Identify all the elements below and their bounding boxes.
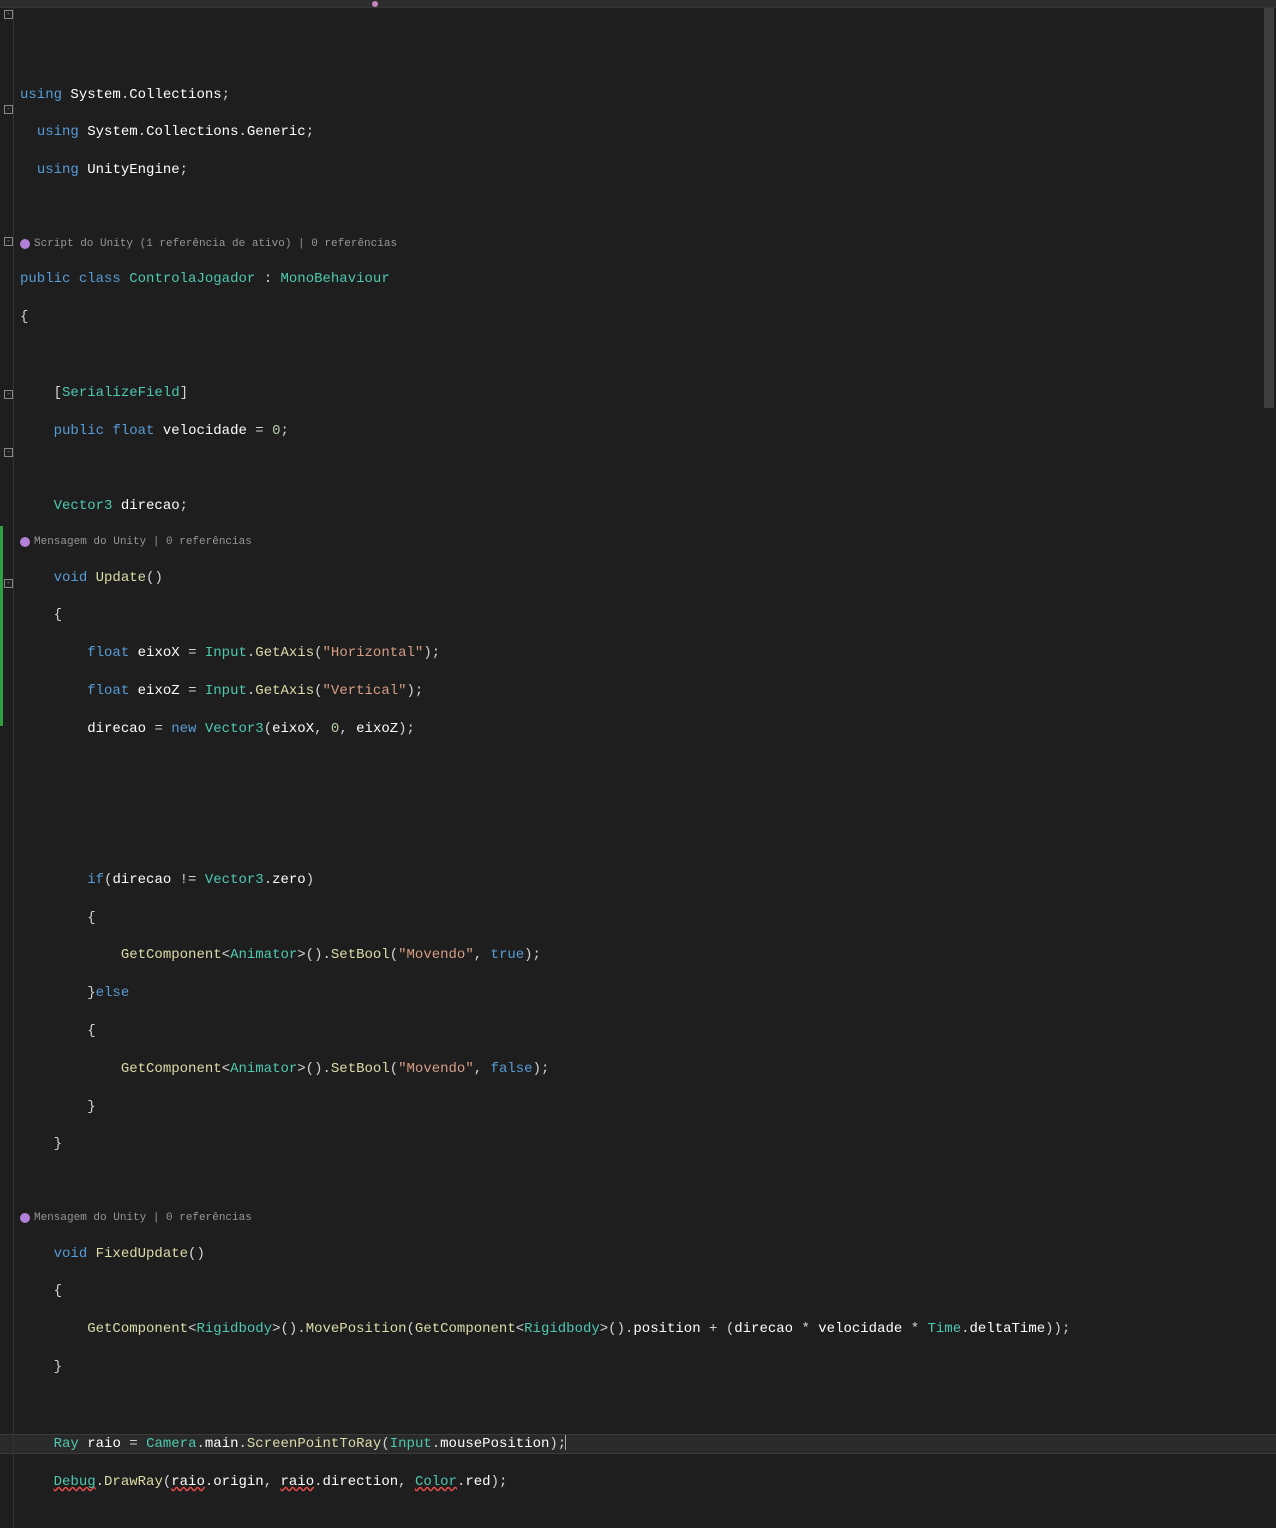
fold-toggle[interactable]: - bbox=[4, 448, 13, 457]
change-marker bbox=[0, 526, 3, 726]
codelens-update[interactable]: Mensagem do Unity | 0 referências bbox=[18, 535, 1276, 550]
fold-toggle[interactable]: - bbox=[4, 579, 13, 588]
class-name: ControlaJogador bbox=[129, 271, 255, 287]
tab-2[interactable] bbox=[360, 0, 830, 7]
tab-icon bbox=[372, 1, 378, 7]
unity-orb-icon bbox=[20, 239, 30, 249]
vertical-scrollbar[interactable] bbox=[1262, 8, 1276, 764]
text-cursor bbox=[565, 1435, 566, 1450]
codelens-class[interactable]: Script do Unity (1 referência de ativo) … bbox=[18, 237, 1276, 252]
fold-toggle[interactable]: - bbox=[4, 10, 13, 19]
error-squiggle: Debug bbox=[54, 1474, 96, 1490]
fold-toggle[interactable]: - bbox=[4, 390, 13, 399]
tab-1[interactable] bbox=[0, 0, 360, 7]
codelens-fixedupdate[interactable]: Mensagem do Unity | 0 referências bbox=[18, 1211, 1276, 1226]
code-editor[interactable]: - - - - - - using System.Collections; us… bbox=[0, 8, 1276, 1528]
fold-gutter: - - - - - - bbox=[0, 8, 14, 1528]
method-update: Update bbox=[96, 570, 146, 586]
current-line: Ray raio = Camera.main.ScreenPointToRay(… bbox=[0, 1434, 1276, 1455]
tab-3[interactable] bbox=[830, 0, 854, 7]
unity-orb-icon bbox=[20, 537, 30, 547]
fold-toggle[interactable]: - bbox=[4, 237, 13, 246]
unity-orb-icon bbox=[20, 1213, 30, 1223]
tab-bar bbox=[0, 0, 1276, 8]
fold-toggle[interactable]: - bbox=[4, 105, 13, 114]
scroll-thumb[interactable] bbox=[1264, 8, 1274, 408]
method-fixedupdate: FixedUpdate bbox=[96, 1246, 188, 1262]
kw-using: using bbox=[20, 87, 62, 103]
